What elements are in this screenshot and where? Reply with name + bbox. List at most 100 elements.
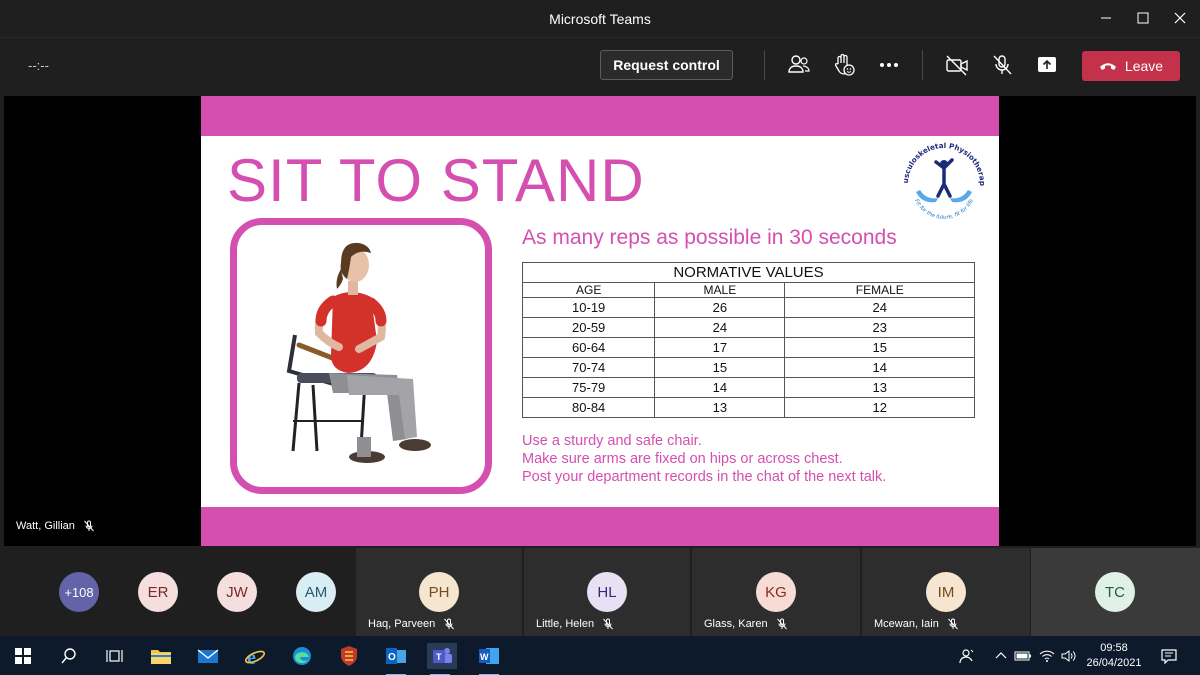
participant-tile[interactable]: TC: [1031, 548, 1200, 636]
word-button[interactable]: W: [476, 643, 502, 675]
participant-tile[interactable]: KG Glass, Karen: [692, 548, 860, 636]
avatar: PH: [419, 572, 459, 612]
system-clock[interactable]: 09:58 26/04/2021: [1084, 641, 1144, 671]
title-bar: Microsoft Teams: [0, 0, 1200, 38]
table-row: 80-84 13 12: [521, 397, 975, 418]
cell-age: 60-64: [521, 337, 656, 358]
close-window-button[interactable]: [1166, 6, 1194, 30]
svg-text:W: W: [480, 652, 489, 662]
slide-instructions: Use a sturdy and safe chair. Make sure a…: [522, 432, 886, 486]
action-center-button[interactable]: [1156, 643, 1182, 669]
camera-toggle-button[interactable]: [944, 52, 970, 78]
file-explorer-button[interactable]: [148, 643, 174, 669]
participant-name-text: Haq, Parveen: [368, 618, 436, 630]
leave-button[interactable]: Leave: [1082, 51, 1180, 81]
table-row: 70-74 15 14: [521, 357, 975, 378]
window-title: Microsoft Teams: [549, 11, 651, 27]
cell-age: 80-84: [521, 397, 656, 418]
battery-icon: [1014, 651, 1031, 661]
request-control-button[interactable]: Request control: [600, 50, 733, 80]
presenter-label: Watt, Gillian: [16, 520, 95, 532]
word-icon: W: [479, 648, 499, 664]
raise-hand-icon: [834, 53, 855, 76]
muted-mic-icon: [776, 618, 787, 630]
presentation-slide: SIT TO STAND Musculoskeletal Physiothera…: [201, 96, 999, 546]
maximize-icon: [1137, 12, 1149, 24]
teams-button[interactable]: T: [427, 643, 457, 675]
participant-gallery: +108 ER JW AM PH Haq, Parveen HL Little,…: [0, 548, 1200, 636]
outlook-icon: O: [386, 648, 406, 664]
notification-icon: [1161, 649, 1177, 664]
task-view-icon: [106, 650, 123, 662]
minimize-button[interactable]: [1092, 6, 1120, 30]
avatar: HL: [587, 572, 627, 612]
avatar: IM: [926, 572, 966, 612]
cell-female: 15: [784, 337, 975, 358]
teams-icon: T: [433, 648, 452, 663]
cell-age: 20-59: [521, 317, 656, 338]
windows-logo-icon: [15, 648, 31, 664]
participant-name-text: Little, Helen: [536, 618, 595, 630]
task-view-button[interactable]: [102, 643, 128, 669]
search-icon: [61, 648, 76, 664]
cell-female: 24: [784, 297, 975, 318]
participant-name-text: Mcewan, Iain: [874, 618, 939, 630]
cell-female: 23: [784, 317, 975, 338]
meeting-toolbar: --:-- Request control Leave: [0, 38, 1200, 94]
internet-explorer-button[interactable]: e: [242, 643, 268, 669]
clock-time: 09:58: [1100, 642, 1128, 654]
slide-subtitle: As many reps as possible in 30 seconds: [522, 226, 897, 249]
participant-tile[interactable]: PH Haq, Parveen: [356, 548, 522, 636]
leave-label: Leave: [1124, 58, 1164, 74]
cell-age: 70-74: [521, 357, 656, 378]
slide-title: SIT TO STAND: [227, 147, 645, 214]
muted-mic-icon: [947, 618, 958, 630]
cell-male: 14: [654, 377, 786, 398]
avatar[interactable]: JW: [217, 572, 257, 612]
hang-up-icon: [1099, 63, 1116, 70]
reactions-button[interactable]: [831, 52, 857, 78]
participant-name: Glass, Karen: [704, 618, 788, 630]
share-button[interactable]: [1034, 52, 1060, 78]
slide-top-band: [201, 96, 999, 136]
participant-tile[interactable]: IM Mcewan, Iain: [862, 548, 1030, 636]
avatar[interactable]: AM: [296, 572, 336, 612]
mail-button[interactable]: [195, 643, 221, 669]
presenter-name: Watt, Gillian: [16, 520, 75, 532]
wifi-icon: [1039, 650, 1055, 662]
more-actions-button[interactable]: [876, 52, 902, 78]
more-participants-avatar[interactable]: +108: [59, 572, 99, 612]
share-tray-icon: [1038, 57, 1056, 72]
participants-icon: [788, 55, 810, 73]
mic-toggle-button[interactable]: [989, 52, 1015, 78]
maximize-button[interactable]: [1129, 6, 1157, 30]
battery-button[interactable]: [1010, 643, 1036, 669]
cell-male: 24: [654, 317, 786, 338]
column-header-age: AGE: [521, 282, 656, 298]
toolbar-divider: [922, 50, 923, 80]
shield-icon: [341, 646, 357, 666]
participant-name: Little, Helen: [536, 618, 614, 630]
participant-name: Haq, Parveen: [368, 618, 455, 630]
column-header-female: FEMALE: [784, 282, 975, 298]
edge-button[interactable]: [289, 643, 315, 669]
avatar: TC: [1095, 572, 1135, 612]
cell-male: 15: [654, 357, 786, 378]
security-app-button[interactable]: [336, 643, 362, 669]
mic-off-icon: [993, 55, 1012, 75]
table-row: 10-19 26 24: [521, 297, 975, 318]
cell-male: 26: [654, 297, 786, 318]
muted-mic-icon: [444, 618, 455, 630]
search-button[interactable]: [56, 643, 82, 669]
participants-button[interactable]: [786, 52, 812, 78]
avatar[interactable]: ER: [138, 572, 178, 612]
participant-tile[interactable]: HL Little, Helen: [524, 548, 690, 636]
start-button[interactable]: [10, 643, 36, 669]
table-row: 75-79 14 13: [521, 377, 975, 398]
people-button[interactable]: [954, 643, 980, 669]
outlook-button[interactable]: O: [383, 643, 409, 675]
cell-age: 10-19: [521, 297, 656, 318]
table-caption: NORMATIVE VALUES: [522, 262, 975, 283]
volume-button[interactable]: [1056, 643, 1082, 669]
folder-icon: [151, 650, 171, 664]
